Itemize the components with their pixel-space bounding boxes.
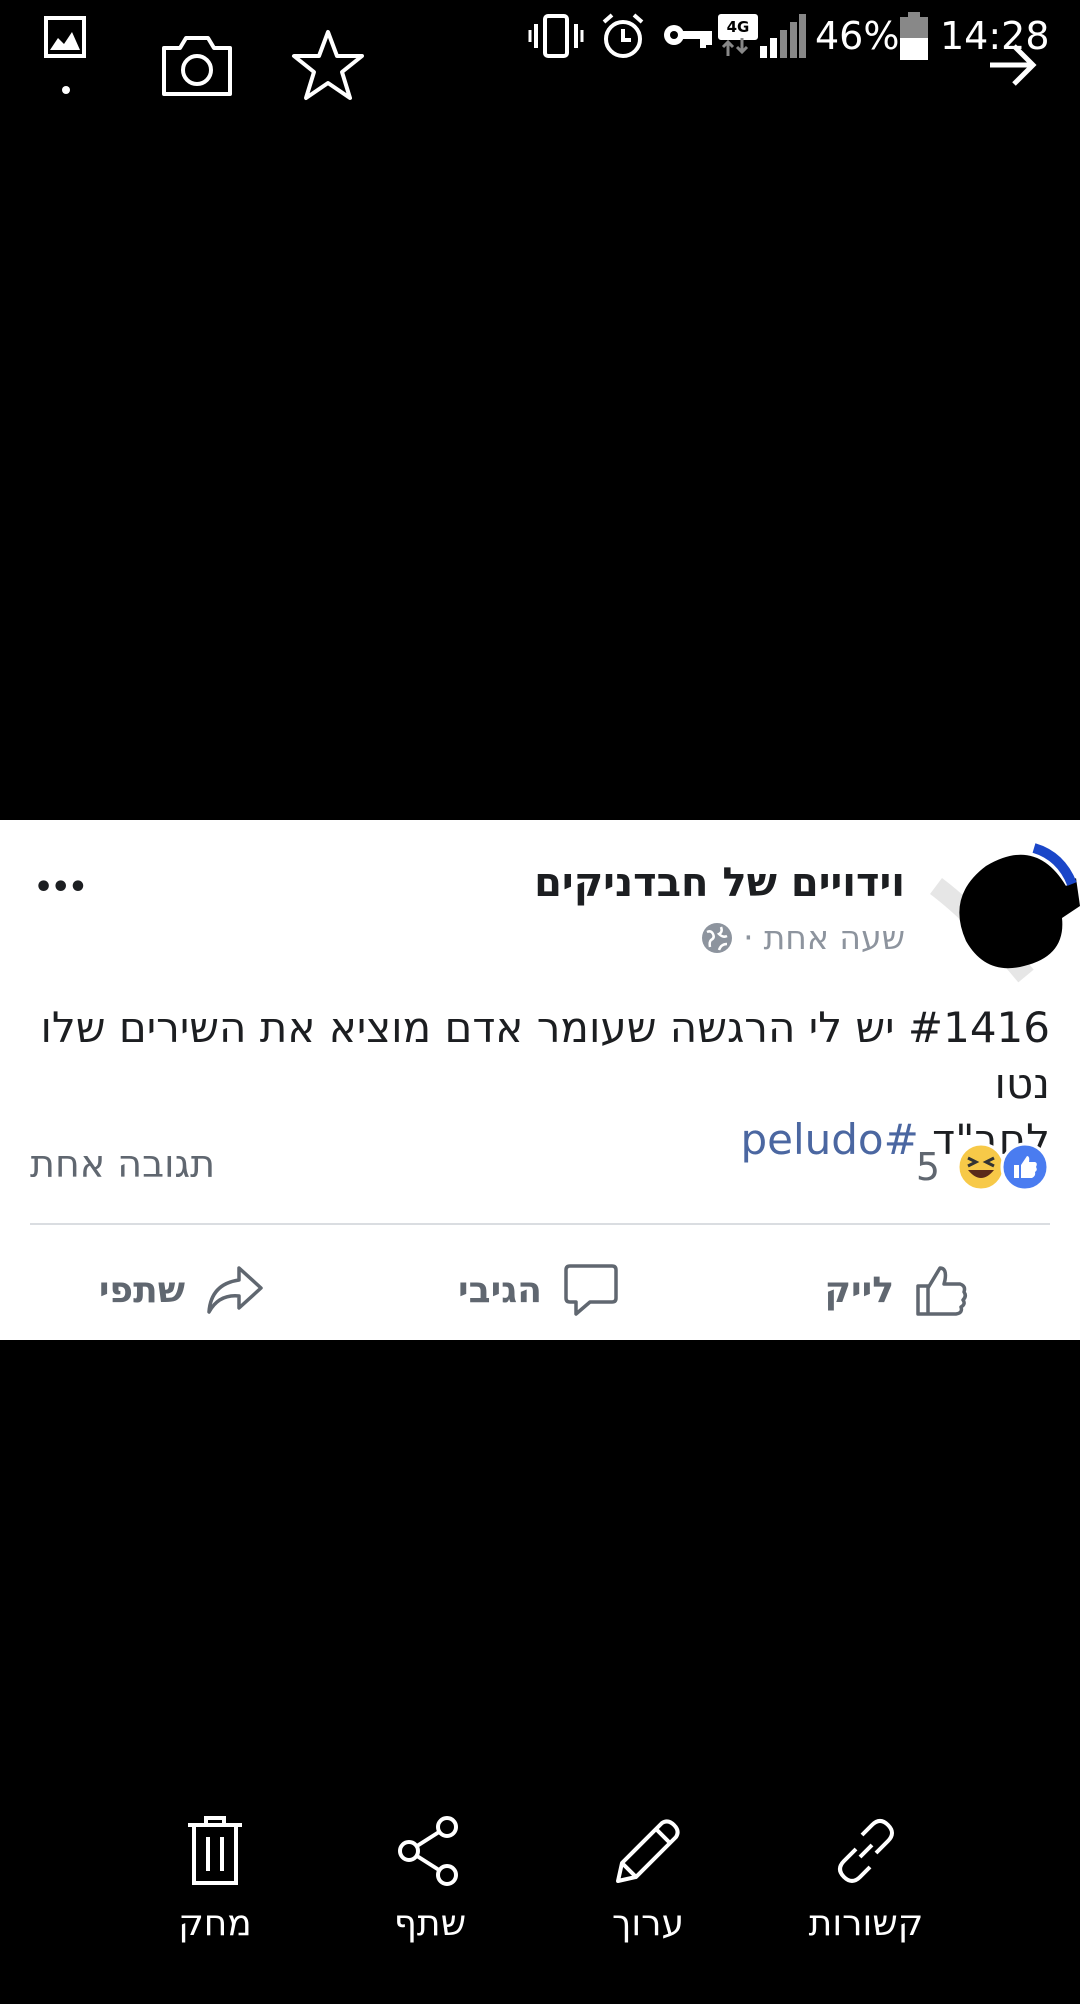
alarm-icon (602, 13, 644, 58)
battery-percent: 46% (815, 14, 900, 58)
data-arrows-icon (721, 38, 749, 56)
haha-reaction-icon (956, 1142, 1006, 1192)
share-button[interactable]: שתפי (99, 1250, 265, 1330)
edit-button[interactable]: ערוך (568, 1815, 728, 1944)
links-button[interactable]: קשורות (786, 1815, 946, 1944)
globe-icon (702, 922, 733, 953)
share-arrow-icon (207, 1266, 263, 1314)
link-icon (838, 1819, 894, 1883)
camera-icon[interactable] (160, 34, 234, 98)
links-label: קשורות (808, 1903, 924, 1944)
page-name[interactable]: וידויים של חבדניקים (534, 860, 905, 906)
hashtag-link[interactable]: #peludo (740, 1115, 918, 1164)
thumbs-up-icon (916, 1266, 968, 1316)
like-reaction-icon (1000, 1142, 1050, 1192)
meta-separator: · (743, 918, 754, 957)
share-label: שתפי (98, 1269, 185, 1311)
reactions-summary[interactable]: 5 (916, 1142, 1050, 1192)
like-label: לייק (824, 1269, 895, 1311)
post-timestamp[interactable]: שעה אחת (764, 918, 905, 957)
network-type-icon: 4G (718, 14, 758, 40)
forward-arrow-icon[interactable] (986, 40, 1038, 90)
like-button[interactable]: לייק (825, 1250, 971, 1330)
comment-button[interactable]: הגיבי (458, 1250, 620, 1330)
reaction-count: 5 (915, 1145, 940, 1189)
gallery-icon[interactable] (44, 16, 86, 58)
share-media-button[interactable]: שתף (350, 1815, 510, 1944)
vpn-key-icon (664, 25, 712, 48)
share-nodes-icon (398, 1816, 458, 1886)
more-options-button[interactable]: ••• (34, 870, 88, 905)
delete-button[interactable]: מחק (135, 1815, 295, 1944)
battery-icon (900, 12, 928, 60)
share-media-label: שתף (393, 1903, 467, 1944)
post-meta: שעה אחת · (701, 918, 905, 957)
delete-label: מחק (178, 1903, 252, 1944)
menu-dots-icon[interactable] (60, 76, 72, 96)
comments-count[interactable]: תגובה אחת (30, 1142, 215, 1186)
divider (30, 1223, 1050, 1225)
avatar[interactable] (916, 826, 1080, 986)
post-card: ••• וידויים של חבדניקים שעה אחת · #1416 … (0, 820, 1080, 1340)
signal-icon (760, 14, 806, 58)
trash-icon (188, 1816, 242, 1885)
pencil-icon (616, 1819, 680, 1883)
post-text-line1: #1416 יש לי הרגשה שעומר אדם מוציא את השי… (40, 1003, 1050, 1108)
star-icon[interactable] (290, 28, 366, 102)
vibrate-icon (528, 14, 584, 58)
comment-bubble-icon (564, 1264, 618, 1316)
comment-label: הגיבי (458, 1269, 542, 1311)
edit-label: ערוך (612, 1903, 684, 1944)
